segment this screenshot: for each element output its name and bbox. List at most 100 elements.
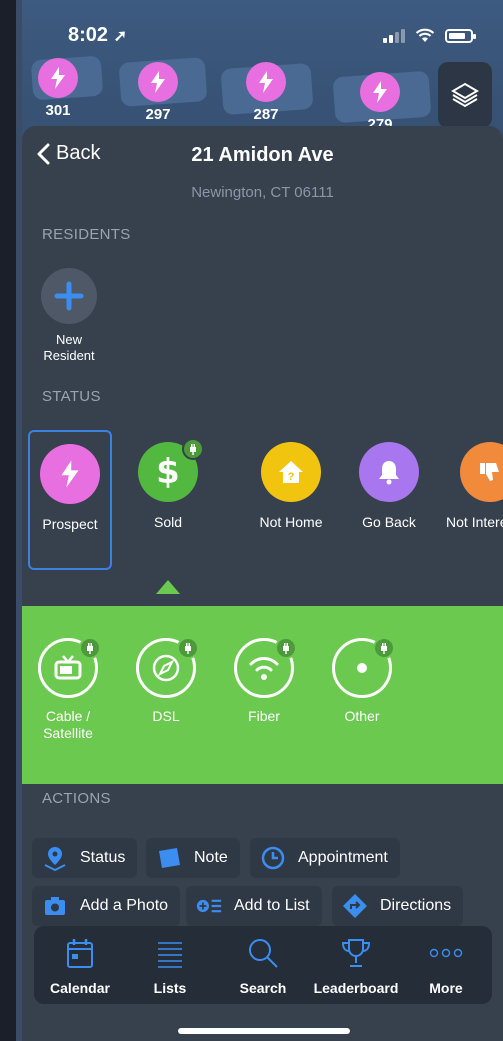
tab-label: Search bbox=[239, 980, 287, 996]
pin-label: 297 bbox=[145, 106, 171, 123]
plug-badge-icon bbox=[275, 637, 297, 659]
sub-status-label: Other bbox=[344, 708, 380, 724]
sub-status-label: Cable / Satellite bbox=[43, 708, 93, 741]
sub-status-dsl[interactable]: DSL bbox=[126, 637, 206, 725]
map-pin[interactable]: 279 bbox=[358, 72, 402, 133]
status-sold[interactable]: $ Sold bbox=[118, 430, 218, 531]
tab-label: More bbox=[429, 980, 463, 996]
clock-time: 8:02 ➚ bbox=[68, 24, 127, 46]
sub-status-label: Fiber bbox=[248, 708, 280, 724]
new-resident-label: New Resident bbox=[43, 332, 95, 363]
house-detail-sheet: Back 21 Amidon Ave Newington, CT 06111 R… bbox=[22, 126, 503, 1041]
wifi-status-icon bbox=[415, 28, 435, 42]
status-prospect[interactable]: Prospect bbox=[28, 430, 112, 570]
sheet-header: Back 21 Amidon Ave Newington, CT 06111 bbox=[22, 126, 503, 226]
selected-caret bbox=[156, 580, 180, 594]
plug-badge-icon bbox=[373, 637, 395, 659]
cell-signal-icon bbox=[383, 28, 405, 43]
add-list-icon bbox=[196, 893, 222, 919]
action-label: Add a Photo bbox=[80, 897, 169, 914]
left-edge bbox=[0, 0, 22, 1041]
bolt-icon bbox=[51, 67, 65, 89]
sub-status-cable[interactable]: Cable / Satellite bbox=[28, 637, 108, 742]
sub-status-fiber[interactable]: Fiber bbox=[224, 637, 304, 725]
action-label: Status bbox=[80, 849, 126, 866]
tab-search[interactable]: Search bbox=[217, 934, 309, 996]
status-action-button[interactable]: Status bbox=[32, 838, 138, 878]
battery-icon bbox=[445, 28, 476, 43]
location-arrow-icon: ➚ bbox=[113, 28, 127, 45]
status-bar: 8:02 ➚ bbox=[22, 18, 503, 54]
address-subtitle: Newington, CT 06111 bbox=[191, 184, 334, 201]
tv-icon bbox=[54, 655, 82, 680]
bottom-tab-bar: Calendar Lists Search Leaderboard More bbox=[34, 926, 492, 1004]
dot-icon bbox=[357, 663, 367, 673]
status-label: Go Back bbox=[362, 514, 416, 530]
tab-label: Leaderboard bbox=[313, 980, 399, 996]
sub-status-other[interactable]: Other bbox=[322, 637, 402, 725]
plus-icon bbox=[54, 281, 84, 311]
bolt-icon bbox=[373, 81, 387, 103]
wifi-icon bbox=[249, 657, 279, 680]
home-indicator[interactable] bbox=[178, 1028, 350, 1034]
status-label: Sold bbox=[153, 514, 183, 530]
plug-badge-icon bbox=[79, 637, 101, 659]
status-section-label: STATUS bbox=[42, 388, 101, 405]
status-not-home[interactable]: ? Not Home bbox=[241, 430, 341, 531]
map-pin-icon bbox=[42, 845, 68, 871]
directions-action-button[interactable]: Directions bbox=[332, 886, 464, 926]
sub-status-label: DSL bbox=[152, 708, 180, 724]
bolt-icon bbox=[259, 71, 273, 93]
list-icon bbox=[158, 942, 182, 968]
bell-icon bbox=[379, 461, 399, 485]
note-action-button[interactable]: Note bbox=[146, 838, 240, 878]
note-icon bbox=[156, 845, 182, 871]
clock-icon bbox=[260, 845, 286, 871]
new-resident-button[interactable]: New Resident bbox=[36, 268, 102, 364]
tab-label: Lists bbox=[153, 980, 187, 996]
sub-status-panel: Cable / Satellite DSL Fiber Other bbox=[22, 606, 503, 784]
map-pin[interactable]: 297 bbox=[136, 62, 180, 123]
residents-section-label: RESIDENTS bbox=[42, 226, 131, 243]
directions-icon bbox=[342, 893, 368, 919]
status-not-interested[interactable]: Not Interested bbox=[440, 430, 503, 531]
house-question-icon: ? bbox=[279, 461, 303, 483]
map-pin[interactable]: 287 bbox=[244, 62, 288, 123]
status-label: Not Interested bbox=[446, 514, 503, 530]
actions-section-label: ACTIONS bbox=[42, 790, 111, 807]
svg-text:?: ? bbox=[288, 471, 295, 483]
map-pin[interactable]: 301 bbox=[36, 58, 80, 119]
map-layers-button[interactable] bbox=[438, 62, 492, 128]
plug-badge-icon bbox=[177, 637, 199, 659]
appointment-action-button[interactable]: Appointment bbox=[250, 838, 400, 878]
plug-badge-icon bbox=[182, 438, 204, 460]
status-go-back[interactable]: Go Back bbox=[339, 430, 439, 531]
add-to-list-action-button[interactable]: Add to List bbox=[186, 886, 322, 926]
add-photo-action-button[interactable]: Add a Photo bbox=[32, 886, 181, 926]
status-label: Not Home bbox=[259, 514, 323, 530]
search-icon bbox=[249, 939, 278, 968]
action-label: Add to List bbox=[234, 897, 310, 914]
layers-icon bbox=[451, 82, 479, 108]
more-icon bbox=[429, 948, 463, 958]
action-label: Note bbox=[194, 849, 228, 866]
tab-calendar[interactable]: Calendar bbox=[34, 934, 126, 996]
action-label: Appointment bbox=[298, 849, 388, 866]
camera-icon bbox=[42, 893, 68, 919]
pin-label: 301 bbox=[45, 102, 71, 119]
status-label: Prospect bbox=[42, 516, 98, 532]
trophy-icon bbox=[341, 939, 371, 967]
bolt-icon bbox=[61, 460, 79, 488]
pin-label: 287 bbox=[253, 106, 279, 123]
tab-leaderboard[interactable]: Leaderboard bbox=[310, 934, 402, 996]
dollar-icon: $ bbox=[156, 452, 180, 492]
tab-more[interactable]: More bbox=[400, 934, 492, 996]
tab-lists[interactable]: Lists bbox=[124, 934, 216, 996]
status-options: Prospect $ Sold ? Not Home Go Back Not I… bbox=[22, 430, 503, 572]
tab-label: Calendar bbox=[50, 980, 110, 996]
calendar-icon bbox=[67, 939, 93, 968]
compass-icon bbox=[152, 654, 180, 682]
bolt-icon bbox=[151, 71, 165, 93]
thumbs-down-icon bbox=[480, 463, 499, 481]
address-title: 21 Amidon Ave bbox=[191, 144, 334, 166]
